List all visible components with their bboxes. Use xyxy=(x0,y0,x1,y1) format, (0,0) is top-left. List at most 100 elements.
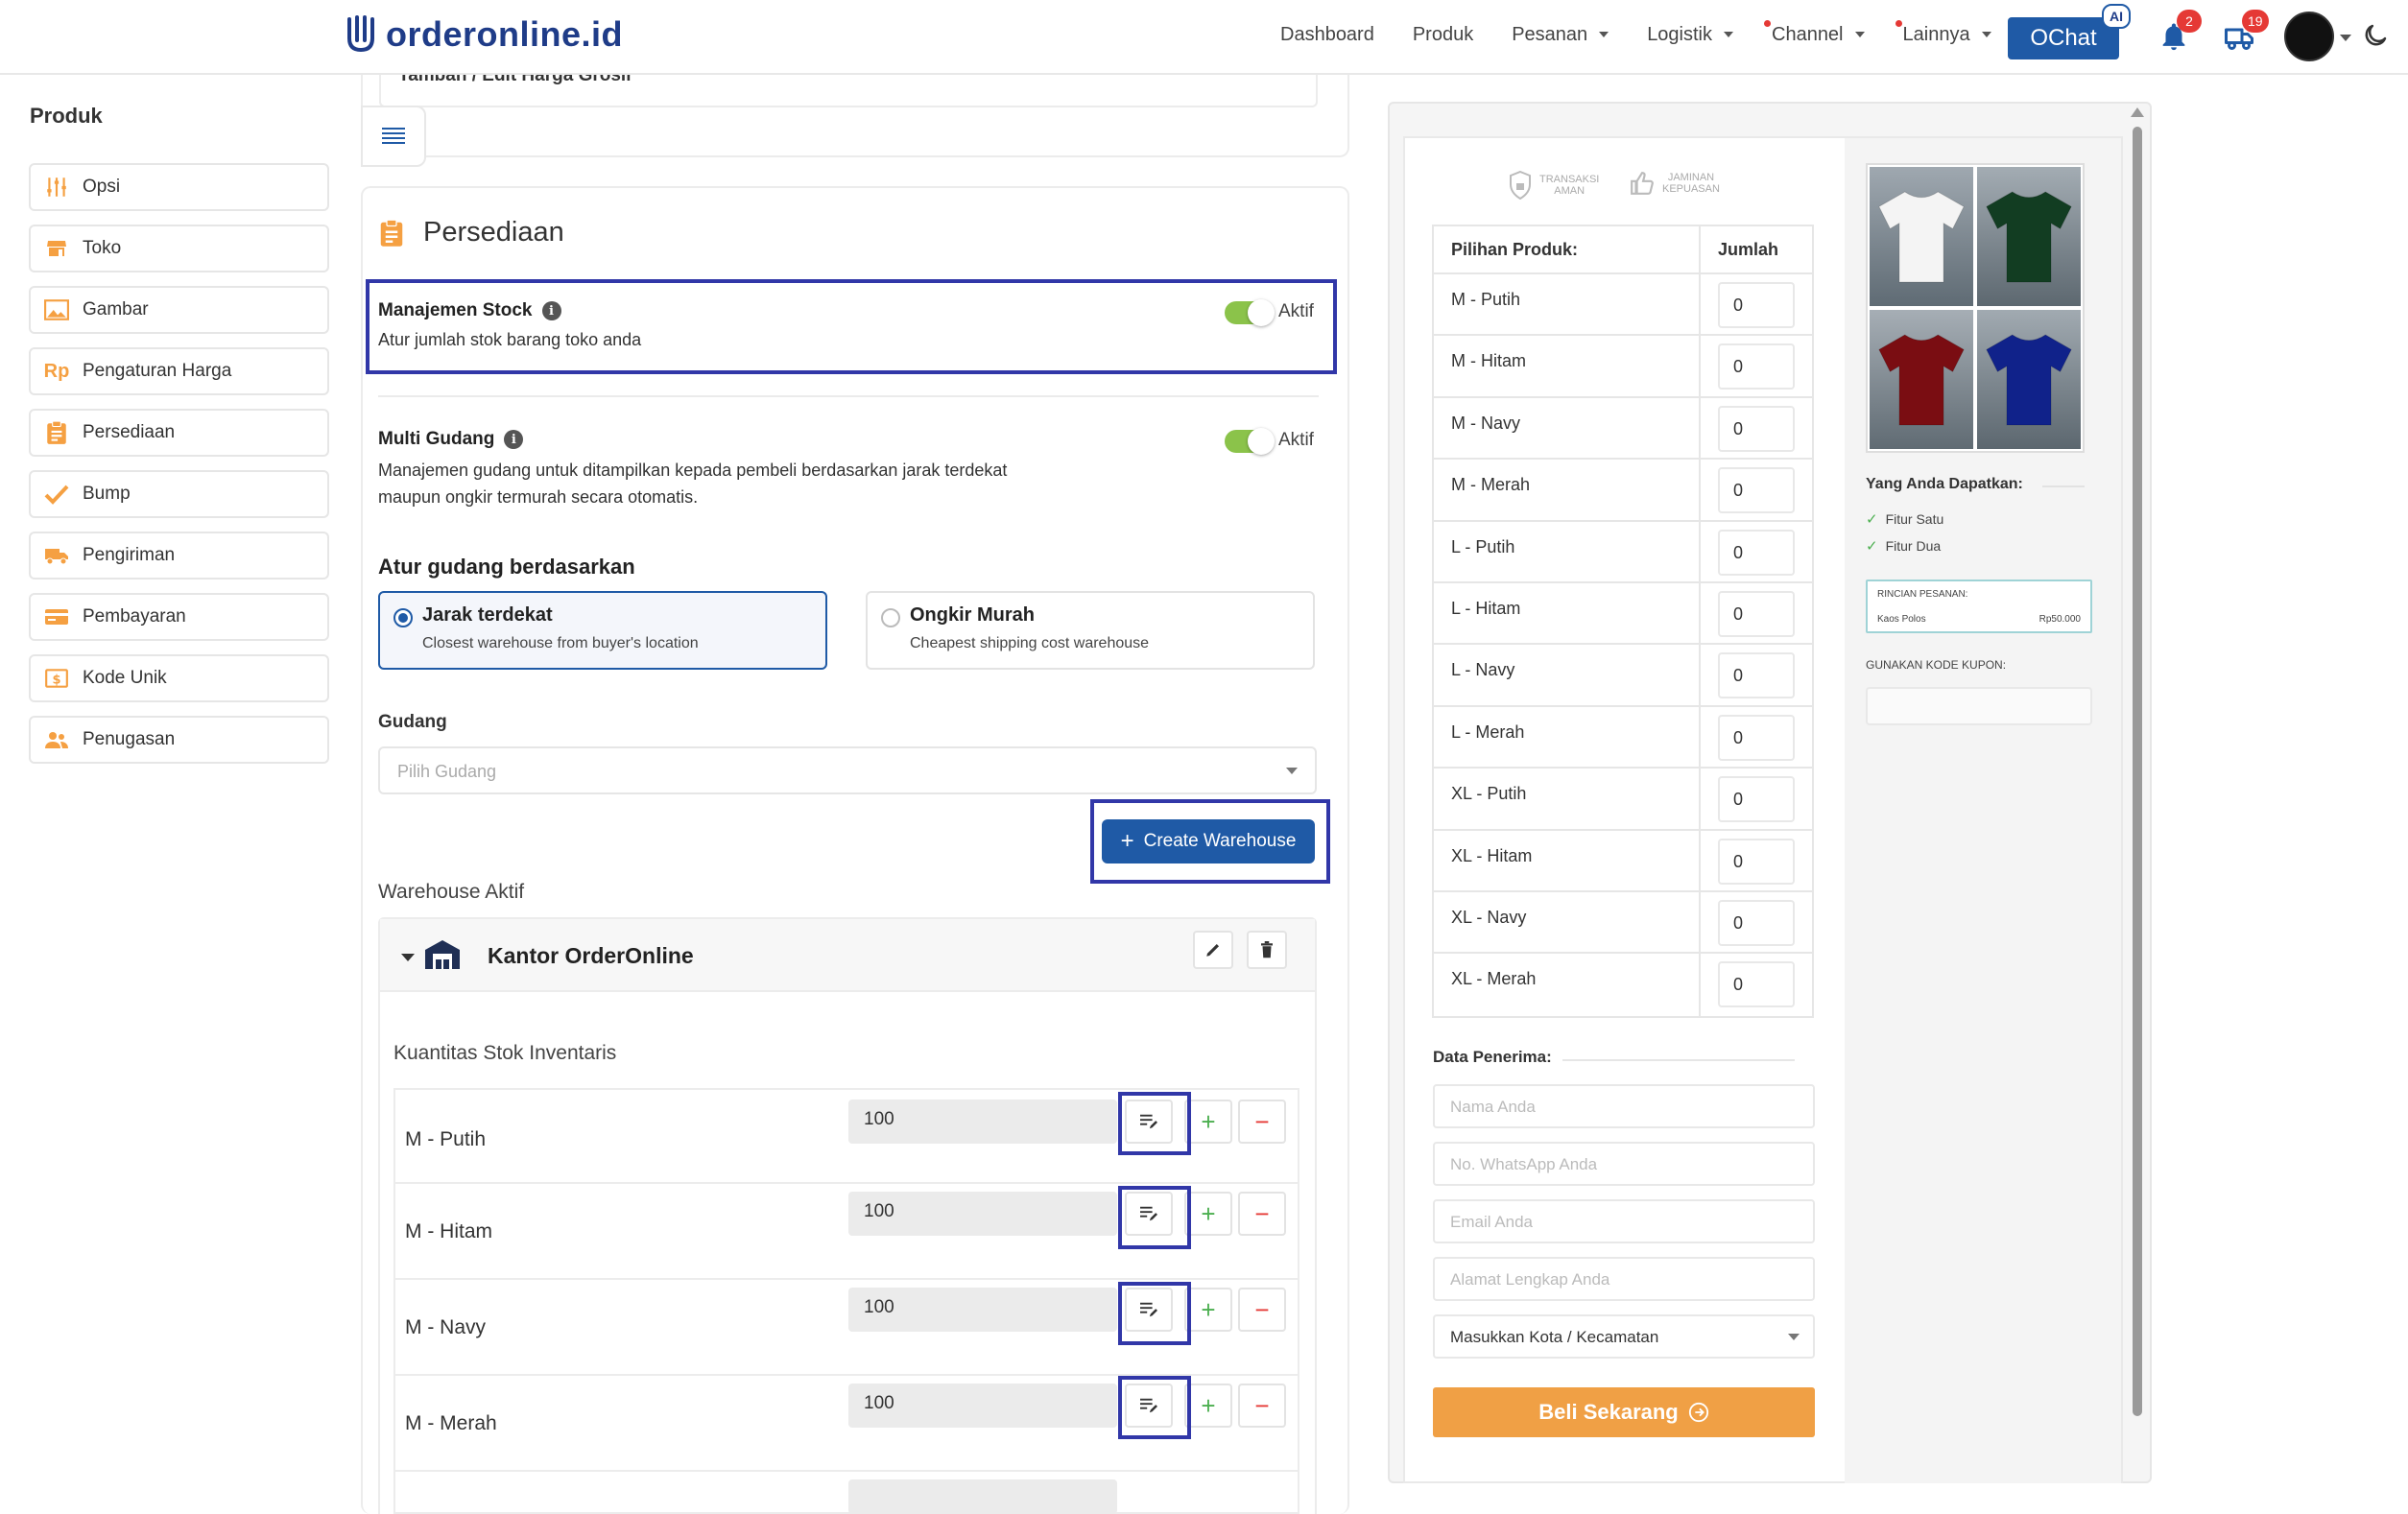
product-row: M - Putih 0 xyxy=(1434,274,1812,337)
caret-down-icon[interactable] xyxy=(401,954,415,961)
increase-qty-button[interactable]: + xyxy=(1184,1100,1232,1144)
tshirt-red-image xyxy=(1870,310,1973,449)
warehouse-icon xyxy=(425,940,460,969)
address-input[interactable]: Alamat Lengkap Anda xyxy=(1433,1257,1815,1301)
option-ongkir-murah[interactable]: Ongkir Murah Cheapest shipping cost ware… xyxy=(866,591,1315,670)
increase-qty-button[interactable]: + xyxy=(1184,1288,1232,1332)
nav-dashboard[interactable]: Dashboard xyxy=(1280,24,1374,46)
qty-input[interactable]: 100 xyxy=(848,1384,1117,1428)
shipping-button[interactable]: 19 xyxy=(2221,10,2269,56)
edit-qty-highlight xyxy=(1118,1282,1191,1345)
sidebar-item-persediaan[interactable]: Persediaan xyxy=(29,409,329,457)
create-warehouse-button[interactable]: + Create Warehouse xyxy=(1102,819,1315,863)
email-input[interactable]: Email Anda xyxy=(1433,1199,1815,1243)
product-qty-input[interactable]: 0 xyxy=(1718,838,1795,885)
nav-produk[interactable]: Produk xyxy=(1413,24,1473,46)
product-qty-input[interactable]: 0 xyxy=(1718,405,1795,452)
product-row: XL - Hitam 0 xyxy=(1434,830,1812,892)
increase-qty-button[interactable]: + xyxy=(1184,1384,1232,1428)
sidebar-item-toko[interactable]: Toko xyxy=(29,225,329,272)
caret-down-icon[interactable] xyxy=(2340,35,2351,41)
stock-management-title: Manajemen Stock i xyxy=(378,300,561,321)
sidebar-item-label: Pembayaran xyxy=(83,606,186,627)
sidebar-item-bump[interactable]: Bump xyxy=(29,470,329,518)
nav-pesanan[interactable]: Pesanan xyxy=(1512,24,1609,46)
info-icon[interactable]: i xyxy=(504,430,524,449)
stock-title-text: Manajemen Stock xyxy=(378,300,533,320)
sidebar-item-gambar[interactable]: Gambar xyxy=(29,286,329,334)
nav-logistik[interactable]: Logistik xyxy=(1647,24,1733,46)
coupon-input[interactable] xyxy=(1866,687,2092,725)
hamburger-menu-icon xyxy=(382,128,405,144)
sidebar-item-opsi[interactable]: Opsi xyxy=(29,163,329,211)
product-qty-input[interactable]: 0 xyxy=(1718,343,1795,390)
product-qty-input[interactable]: 0 xyxy=(1718,467,1795,514)
order-item-name: Kaos Polos xyxy=(1877,614,1926,625)
user-avatar[interactable] xyxy=(2284,12,2334,61)
nav-channel[interactable]: Channel xyxy=(1764,19,1865,46)
notification-button[interactable]: 2 xyxy=(2156,10,2202,56)
product-qty-input[interactable]: 0 xyxy=(1718,899,1795,946)
sidebar-item-pengaturan-harga[interactable]: Rp Pengaturan Harga xyxy=(29,347,329,395)
city-select[interactable]: Masukkan Kota / Kecamatan xyxy=(1433,1314,1815,1359)
trust-label: JAMINAN KEPUASAN xyxy=(1662,172,1720,195)
preview-scrollbar[interactable] xyxy=(2133,127,2142,1416)
radio-selected-icon[interactable] xyxy=(393,608,413,627)
sidebar-item-kode-unik[interactable]: $ Kode Unik xyxy=(29,654,329,702)
sidebar-item-label: Kode Unik xyxy=(83,668,167,688)
decrease-qty-button[interactable]: − xyxy=(1238,1100,1286,1144)
nav-lainnya[interactable]: Lainnya xyxy=(1895,19,1991,46)
plus-icon: + xyxy=(1120,828,1134,854)
qty-input[interactable]: 100 xyxy=(848,1288,1117,1332)
edit-warehouse-button[interactable] xyxy=(1193,931,1233,969)
sidebar-item-label: Bump xyxy=(83,484,131,504)
qty-input[interactable]: 100 xyxy=(848,1100,1117,1144)
qty-input[interactable]: 100 xyxy=(848,1192,1117,1236)
qty-input[interactable] xyxy=(848,1479,1117,1514)
decrease-qty-button[interactable]: − xyxy=(1238,1192,1286,1236)
scroll-up-arrow-icon[interactable] xyxy=(2131,107,2144,117)
product-qty-input[interactable]: 0 xyxy=(1718,776,1795,823)
product-qty-input[interactable]: 0 xyxy=(1718,529,1795,576)
product-qty-input[interactable]: 0 xyxy=(1718,961,1795,1008)
option-title: Ongkir Murah xyxy=(910,604,1036,626)
notification-count: 2 xyxy=(2177,10,2202,33)
sidebar-item-pengiriman[interactable]: Pengiriman xyxy=(29,532,329,580)
product-qty-input[interactable]: 0 xyxy=(1718,590,1795,637)
product-thumbnail-grid[interactable] xyxy=(1866,163,2085,453)
stock-management-toggle[interactable] xyxy=(1225,299,1275,326)
sidebar-item-label: Pengiriman xyxy=(83,545,176,565)
decrease-qty-button[interactable]: − xyxy=(1238,1384,1286,1428)
option-jarak-terdekat[interactable]: Jarak terdekat Closest warehouse from bu… xyxy=(378,591,827,670)
qty-cell: 0 xyxy=(1701,831,1812,890)
multi-gudang-toggle[interactable] xyxy=(1225,428,1275,455)
brand-logo[interactable]: orderonline.id xyxy=(344,13,623,56)
section-menu-toggle[interactable] xyxy=(361,106,426,167)
radio-unselected-icon[interactable] xyxy=(881,608,900,627)
name-input[interactable]: Nama Anda xyxy=(1433,1084,1815,1128)
caret-down-icon xyxy=(1788,1334,1800,1340)
sidebar-item-penugasan[interactable]: Penugasan xyxy=(29,716,329,764)
top-navbar: orderonline.id Dashboard Produk Pesanan … xyxy=(0,0,2408,75)
option-subtitle: Closest warehouse from buyer's location xyxy=(422,635,699,651)
product-qty-input[interactable]: 0 xyxy=(1718,652,1795,699)
product-row: L - Putih 0 xyxy=(1434,521,1812,583)
increase-qty-button[interactable]: + xyxy=(1184,1192,1232,1236)
gudang-select[interactable]: Pilih Gudang xyxy=(378,746,1317,794)
inventory-row xyxy=(393,1472,1299,1514)
multi-gudang-toggle-label: Aktif xyxy=(1278,430,1314,450)
trust-line: AMAN xyxy=(1554,185,1585,197)
info-icon[interactable]: i xyxy=(541,301,561,320)
product-row: M - Hitam 0 xyxy=(1434,336,1812,398)
product-qty-input[interactable]: 0 xyxy=(1718,282,1795,328)
buy-now-button[interactable]: Beli Sekarang xyxy=(1433,1387,1815,1437)
grosir-row[interactable]: Tambah / Edit Harga Grosir xyxy=(379,75,1318,107)
shipping-count: 19 xyxy=(2242,10,2269,33)
sidebar-item-pembayaran[interactable]: Pembayaran xyxy=(29,593,329,641)
dark-mode-moon-icon[interactable] xyxy=(2361,21,2390,50)
delete-warehouse-button[interactable] xyxy=(1247,931,1287,969)
whatsapp-input[interactable]: No. WhatsApp Anda xyxy=(1433,1142,1815,1186)
product-qty-input[interactable]: 0 xyxy=(1718,714,1795,761)
stock-management-highlight xyxy=(366,279,1337,374)
decrease-qty-button[interactable]: − xyxy=(1238,1288,1286,1332)
